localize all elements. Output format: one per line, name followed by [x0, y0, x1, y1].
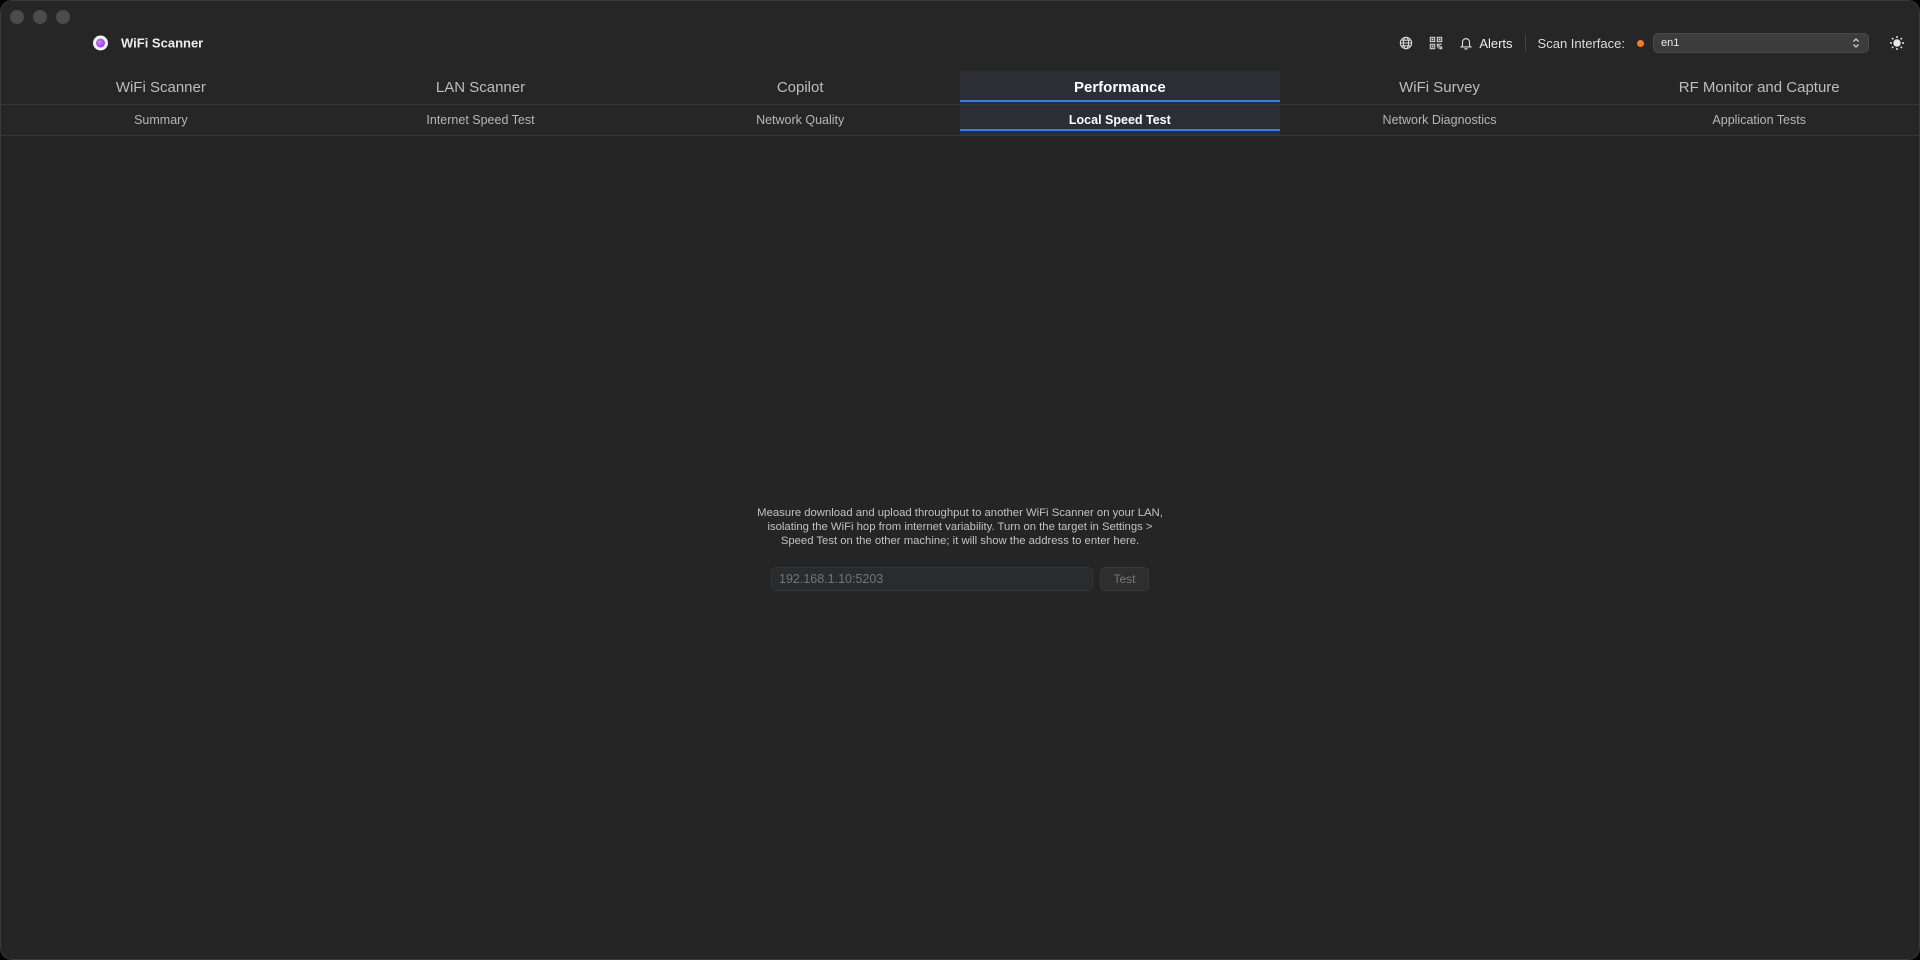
- toolbar-right: Alerts Scan Interface: en1: [1398, 33, 1905, 53]
- qr-code-icon[interactable]: [1428, 35, 1444, 51]
- main-tab-copilot[interactable]: Copilot: [640, 71, 960, 104]
- description-line: isolating the WiFi hop from internet var…: [767, 521, 1153, 533]
- scan-interface-select[interactable]: en1: [1653, 33, 1869, 53]
- alerts-label: Alerts: [1479, 35, 1513, 51]
- app-brand: WiFi Scanner: [93, 35, 204, 51]
- main-tab-wifi-survey[interactable]: WiFi Survey: [1280, 71, 1600, 104]
- local-speed-test-view: Measure download and upload throughput t…: [1, 136, 1919, 959]
- main-tab-bar: WiFi Scanner LAN Scanner Copilot Performanc…: [1, 71, 1919, 105]
- scan-interface-value: en1: [1661, 37, 1680, 49]
- test-button[interactable]: Test: [1100, 567, 1149, 591]
- local-speed-test-panel: Measure download and upload throughput t…: [740, 506, 1180, 591]
- minimize-window-button[interactable]: [33, 10, 47, 24]
- description-line: Speed Test on the other machine; it will…: [780, 535, 1140, 547]
- zoom-window-button[interactable]: [56, 10, 70, 24]
- toolbar-divider: [1524, 34, 1526, 52]
- sub-tab-local-speed-test[interactable]: Local Speed Test: [960, 105, 1280, 135]
- select-chevron-icon: [1853, 38, 1859, 48]
- main-tab-lan-scanner[interactable]: LAN Scanner: [321, 71, 641, 104]
- app-window: WiFi Scanner Alerts Scan Interface: en1 …: [0, 0, 1920, 960]
- sub-tab-internet-speed-test[interactable]: Internet Speed Test: [321, 105, 641, 135]
- main-tab-performance[interactable]: Performance: [960, 71, 1280, 104]
- sub-tab-application-tests[interactable]: Application Tests: [1599, 105, 1919, 135]
- sub-tab-summary[interactable]: Summary: [1, 105, 321, 135]
- app-title: WiFi Scanner: [121, 35, 204, 51]
- close-window-button[interactable]: [10, 10, 24, 24]
- description-line: Measure download and upload throughput t…: [757, 507, 1163, 519]
- title-bar: WiFi Scanner Alerts Scan Interface: en1: [1, 1, 1919, 71]
- app-logo-icon: [93, 35, 108, 51]
- target-address-input[interactable]: [771, 567, 1093, 591]
- window-controls: [10, 10, 70, 24]
- main-tab-rf-monitor-and-capture[interactable]: RF Monitor and Capture: [1599, 71, 1919, 104]
- speed-test-form: Test: [740, 567, 1180, 591]
- sub-tab-network-quality[interactable]: Network Quality: [640, 105, 960, 135]
- scan-interface-label: Scan Interface:: [1537, 35, 1625, 51]
- sub-tab-network-diagnostics[interactable]: Network Diagnostics: [1280, 105, 1600, 135]
- sub-tab-bar: Summary Internet Speed Test Network Qualit…: [1, 105, 1919, 136]
- main-tab-wifi-scanner[interactable]: WiFi Scanner: [1, 71, 321, 104]
- sun-icon[interactable]: [1889, 35, 1905, 51]
- bell-icon: [1458, 35, 1474, 51]
- globe-icon[interactable]: [1398, 35, 1414, 51]
- alerts-button[interactable]: Alerts: [1458, 35, 1513, 51]
- local-speed-test-description: Measure download and upload throughput t…: [740, 506, 1180, 548]
- interface-status-dot: [1637, 39, 1644, 47]
